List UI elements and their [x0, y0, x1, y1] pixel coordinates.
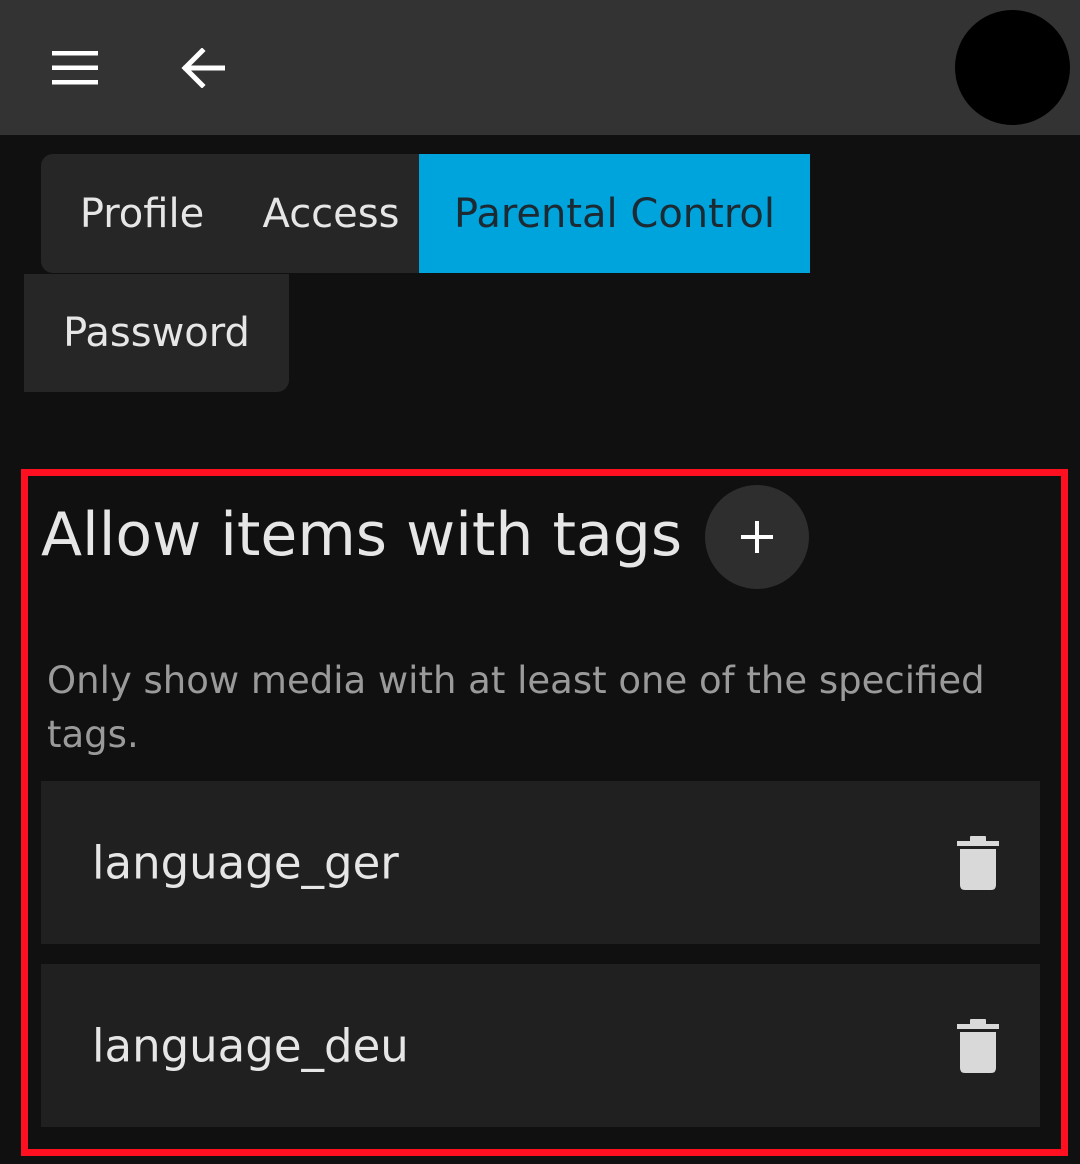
back-button[interactable]	[168, 33, 238, 103]
trash-icon	[957, 835, 999, 890]
tab-access[interactable]: Access	[243, 154, 419, 273]
tag-label: language_deu	[92, 1019, 409, 1072]
tab-profile[interactable]: Profile	[41, 154, 243, 273]
plus-icon	[741, 521, 773, 553]
delete-tag-button[interactable]	[946, 831, 1010, 895]
top-app-bar	[0, 0, 1080, 135]
section-description: Only show media with at least one of the…	[47, 659, 985, 756]
user-avatar[interactable]	[955, 10, 1070, 125]
tag-list-item: language_deu	[41, 964, 1040, 1127]
delete-tag-button[interactable]	[946, 1014, 1010, 1078]
trash-icon	[957, 1018, 999, 1073]
tab-parental-control[interactable]: Parental Control	[419, 154, 810, 273]
tag-label: language_ger	[92, 836, 399, 889]
section-title: Allow items with tags	[41, 500, 683, 570]
tab-password[interactable]: Password	[24, 274, 289, 392]
hamburger-menu-icon	[52, 51, 98, 85]
tag-list-item: language_ger	[41, 781, 1040, 944]
arrow-left-icon	[181, 48, 225, 88]
add-tag-button[interactable]	[705, 485, 809, 589]
menu-button[interactable]	[40, 33, 110, 103]
